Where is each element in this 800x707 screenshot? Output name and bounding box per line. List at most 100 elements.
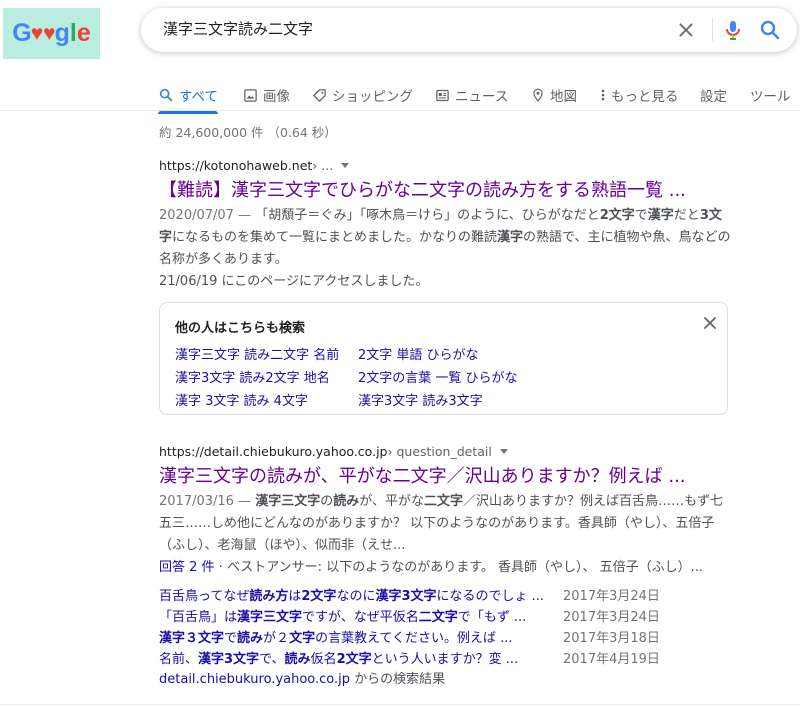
related-text: で「もず ... [457, 610, 527, 625]
tab-images[interactable]: 画像 [243, 78, 290, 112]
related-text: という人いますか？変 ... [371, 652, 519, 667]
tab-tools[interactable]: ツール [750, 78, 791, 112]
related-highlight: 漢字3文字 [375, 589, 437, 604]
search-icon [159, 88, 173, 102]
close-icon[interactable] [703, 316, 717, 330]
snippet-highlight: 漢字 [647, 208, 674, 223]
related-text: 名前、 [159, 652, 199, 667]
related-link[interactable]: 「百舌鳥」は漢字三文字ですが、なぜ平仮名二文字で「もず ... [159, 606, 526, 625]
pas-link[interactable]: 漢字 3文字 読み 4文字 [175, 390, 308, 409]
bottom-divider [0, 704, 800, 705]
visited-note: 21/06/19 にこのページにアクセスしました。 [159, 274, 429, 289]
related-link[interactable]: 百舌鳥ってなぜ読み方は2文字なのに漢字3文字になるのでしょ ... [159, 585, 544, 604]
tab-label: 地図 [550, 89, 577, 105]
result-breadcrumb: › question_detail [387, 444, 492, 459]
pas-heading: 他の人はこちらも検索 [175, 321, 306, 336]
chevron-down-icon[interactable] [341, 163, 350, 168]
tab-all[interactable]: すべて [158, 78, 219, 114]
result-title[interactable]: 【難読】漢字三文字でひらがな二文字の読み方をする熟語一覧 ... [159, 179, 731, 203]
related-date: 2017年3月24日 [563, 589, 660, 604]
result-domain: https://kotonohaweb.net [159, 158, 313, 173]
tab-label: ツール [750, 89, 791, 105]
snippet-highlight: 読み [333, 494, 360, 509]
tab-label: もっと見る [611, 89, 679, 105]
pas-link[interactable]: 2文字の言葉 一覧 ひらがな [358, 367, 518, 386]
tag-icon [313, 88, 326, 102]
logo-letter-g: G [12, 19, 32, 47]
search-icon[interactable] [758, 18, 782, 42]
related-highlight: 2文字 [336, 652, 372, 667]
related-text: 「百舌鳥」は [159, 610, 238, 625]
tab-label: 設定 [700, 89, 727, 105]
related-text: になるのでしょ ... [436, 589, 545, 604]
logo-letter-e: e [76, 19, 91, 47]
search-divider [712, 18, 713, 42]
best-answer-text: · ベストアンサー: 以下のようなのがあります。 香具師（やし）、 五倍子（ふし… [214, 560, 704, 575]
related-highlight: 2文字 [301, 589, 337, 604]
related-text: の言葉教えてください。例えば ... [315, 631, 513, 646]
search-bar [141, 8, 797, 52]
snippet-text: になるものを集めて一覧にまとめました。かなりの難読 [172, 230, 498, 245]
related-text: なのに [336, 589, 376, 604]
related-highlight: 読み [284, 652, 311, 667]
tab-shopping[interactable]: ショッピング [312, 78, 413, 112]
tab-settings[interactable]: 設定 [700, 78, 727, 112]
related-highlight: 漢字３文字 [159, 631, 225, 646]
logo-letter-l: l [69, 19, 77, 47]
pas-link[interactable]: 2文字 単語 ひらがな [358, 344, 479, 363]
snippet-text: だと [673, 208, 700, 223]
pas-link[interactable]: 漢字3文字 読み2文字 地名 [175, 367, 330, 386]
logo-letter-g2: g [54, 19, 70, 47]
result-title[interactable]: 漢字三文字の読みが、平がな二文字／沢山ありますか？例えば ... [159, 465, 731, 489]
related-highlight: 漢字三文字 [237, 610, 303, 625]
related-text: で [224, 631, 238, 646]
related-highlight: 二文字 [418, 610, 458, 625]
result-domain: https://detail.chiebukuro.yahoo.co.jp [159, 444, 388, 459]
more-vert-icon [601, 89, 605, 101]
chevron-down-icon[interactable] [499, 449, 508, 454]
answers-line: 回答 2 件 · ベストアンサー: 以下のようなのがあります。 香具師（やし）、… [159, 557, 731, 579]
more-results-text: からの検索結果 [350, 672, 446, 687]
related-link[interactable]: 名前、漢字3文字で、読み仮名2文字という人いますか？変 ... [159, 648, 518, 667]
result-snippet: 2017/03/16 — 漢字三文字の読みが、平がな二文字／沢山ありますか？例え… [159, 491, 731, 557]
related-text: で、 [259, 652, 285, 667]
search-input[interactable] [163, 19, 643, 37]
related-text: 仮名 [310, 652, 337, 667]
result-url[interactable]: https://kotonohaweb.net › ... [159, 158, 731, 173]
snippet-highlight: 2文字 [599, 208, 635, 223]
result-url[interactable]: https://detail.chiebukuro.yahoo.co.jp › … [159, 444, 731, 459]
snippet-highlight: 二文字 [424, 494, 464, 509]
more-results-link[interactable]: detail.chiebukuro.yahoo.co.jp [159, 672, 350, 687]
related-text: が２ [263, 631, 290, 646]
snippet-text: 「胡頽子＝ぐみ」「啄木鳥＝けら」のように、ひらがなだと [255, 208, 600, 223]
related-date: 2017年3月24日 [563, 610, 660, 625]
answers-count-link[interactable]: 回答 2 件 [159, 560, 215, 575]
related-text: は [288, 589, 302, 604]
tab-label: ニュース [455, 89, 509, 105]
tab-label: ショッピング [332, 89, 413, 105]
pas-link[interactable]: 漢字三文字 読み二文字 名前 [175, 344, 339, 363]
image-icon [244, 88, 257, 102]
people-also-search: 他の人はこちらも検索 漢字三文字 読み二文字 名前 2文字 単語 ひらがな 漢字… [159, 302, 728, 415]
tab-news[interactable]: ニュース [435, 78, 508, 112]
related-highlight: 読み方 [249, 589, 289, 604]
tab-maps[interactable]: 地図 [531, 78, 577, 112]
google-logo[interactable]: G ♥♥ g l e [3, 8, 100, 59]
snippet-highlight: 漢字 [497, 230, 524, 245]
result-stats: 約 24,600,000 件 （0.64 秒） [159, 125, 337, 140]
result-breadcrumb: › ... [312, 158, 334, 173]
related-date: 2017年3月18日 [563, 631, 660, 646]
result-date: 2020/07/07 — [159, 208, 256, 223]
snippet-text: の [320, 494, 334, 509]
microphone-icon[interactable] [721, 18, 745, 42]
snippet-highlight: 漢字三文字 [255, 494, 321, 509]
snippet-text: が、平がな [359, 494, 424, 509]
map-pin-icon [533, 88, 543, 102]
tab-more[interactable]: もっと見る [600, 78, 679, 112]
related-link[interactable]: 漢字３文字で読みが２文字の言葉教えてください。例えば ... [159, 627, 513, 646]
heart-icon: ♥♥ [30, 21, 56, 45]
tab-label: すべて [179, 89, 219, 105]
pas-link[interactable]: 漢字3文字 読み3文字 [358, 390, 483, 409]
clear-icon[interactable] [675, 19, 697, 41]
tabs-divider [0, 110, 800, 111]
